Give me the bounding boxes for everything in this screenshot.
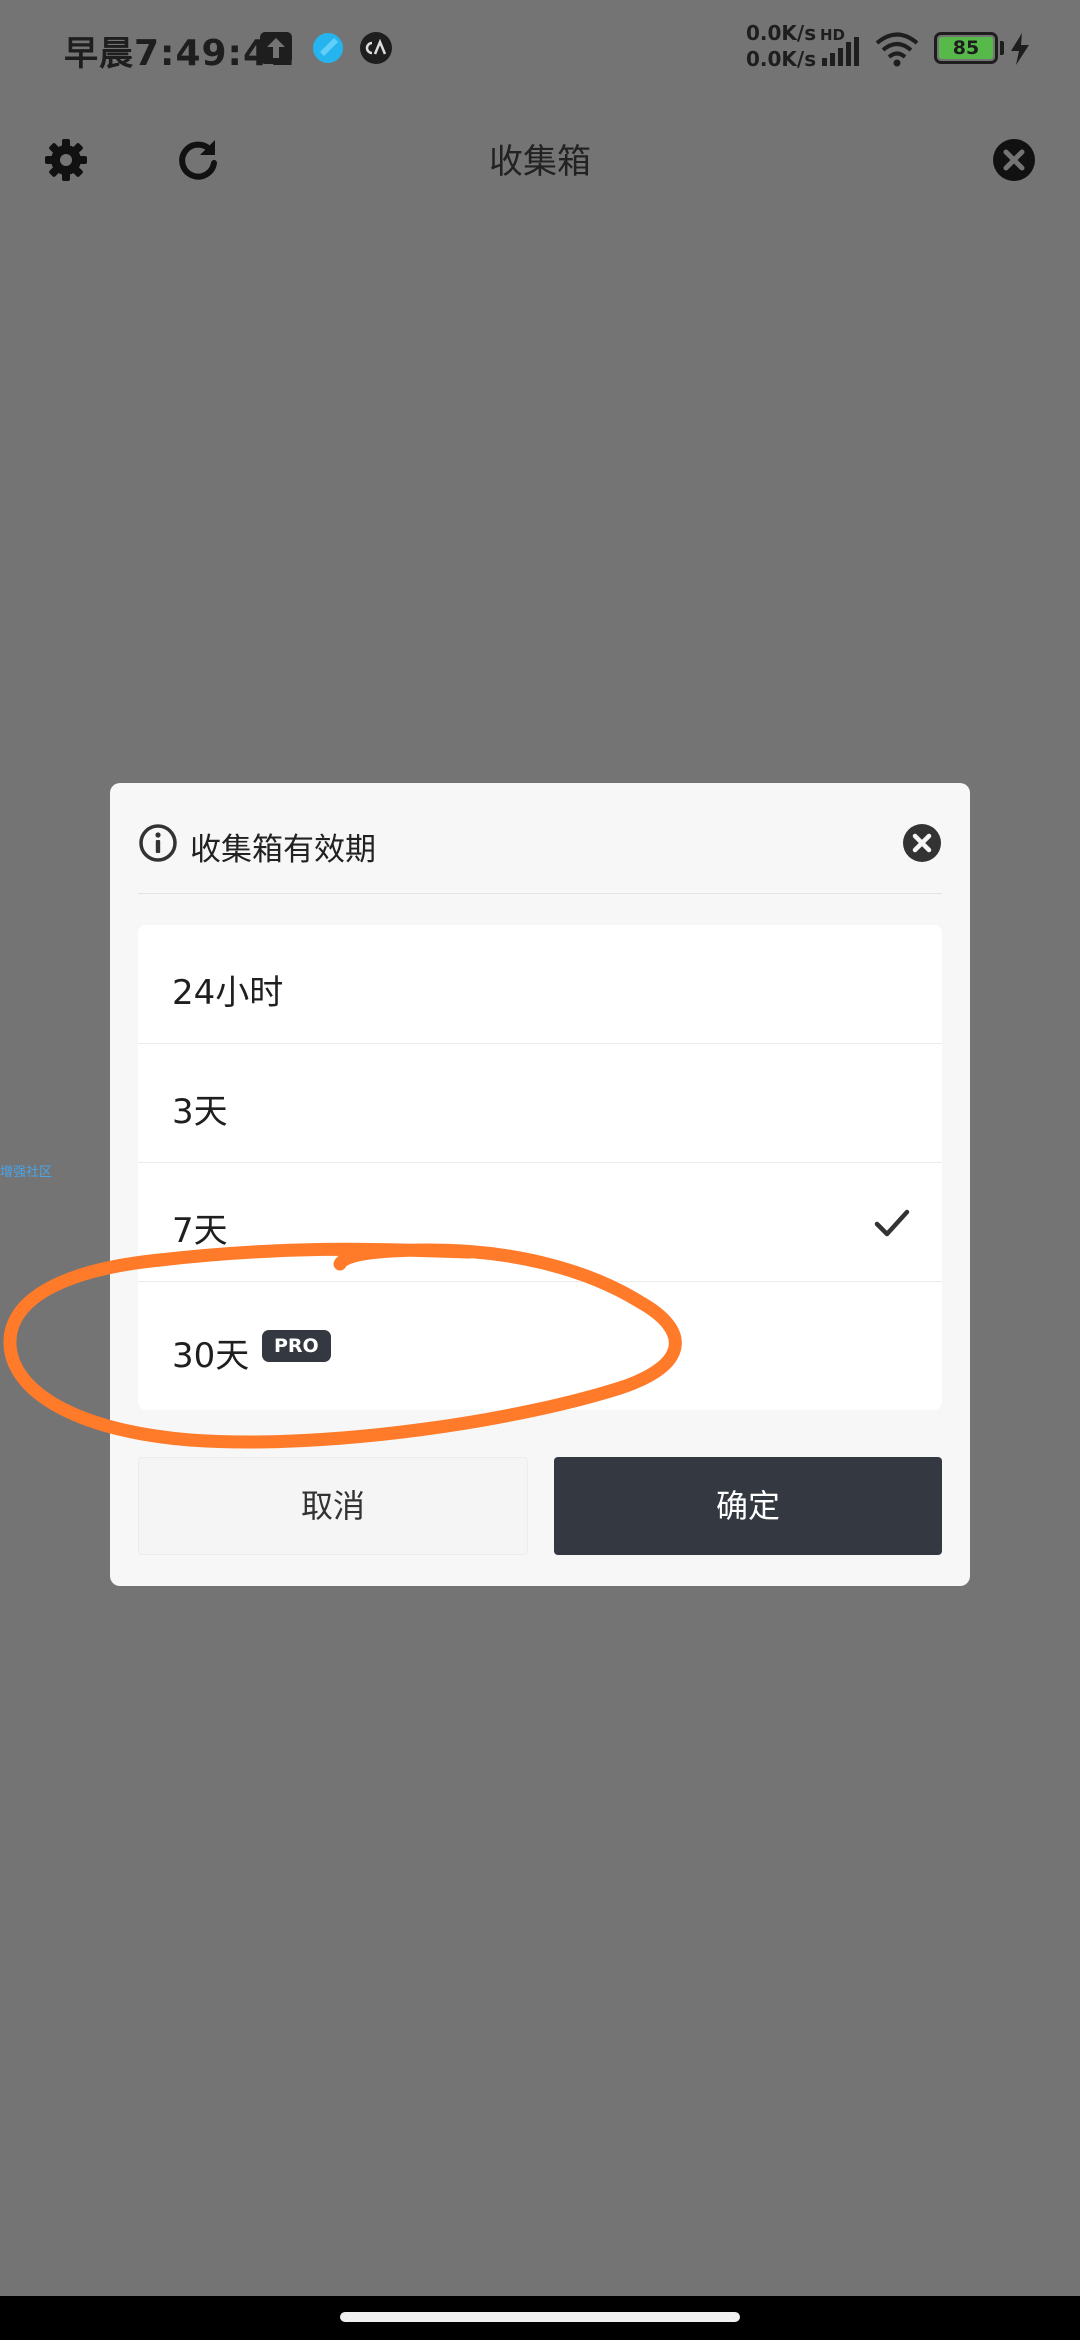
info-icon [139,824,177,862]
option-24-hours[interactable]: 24小时 [138,925,942,1044]
time-prefix: 早晨 [64,34,134,74]
close-button[interactable] [984,130,1044,190]
option-label: 7天 [172,1211,228,1251]
battery-icon: 85 [934,32,998,64]
expiry-dialog: 收集箱有效期 24小时 3天 7天 30天 PRO 取消 确定 [110,783,970,1586]
dialog-close-icon[interactable] [902,823,942,863]
option-label: 30天 [172,1336,250,1376]
pro-badge: PRO [262,1330,331,1362]
blue-app-icon [313,33,343,63]
ca-app-icon [360,32,392,64]
option-label: 3天 [172,1092,228,1132]
signal-icon [822,37,859,66]
net-down-speed: 0.0K/s [746,47,817,71]
home-indicator[interactable] [340,2312,740,2322]
dialog-title: 收集箱有效期 [190,832,376,868]
network-speed: 0.0K/s 0.0K/s [746,20,816,72]
page-title: 收集箱 [489,142,591,182]
checkmark-icon [874,1209,910,1237]
wifi-icon [875,32,919,67]
charging-icon [1011,33,1029,65]
dialog-divider [138,893,942,894]
option-3-days[interactable]: 3天 [138,1044,942,1163]
expiry-option-list: 24小时 3天 7天 30天 PRO [138,925,942,1410]
option-label: 24小时 [172,973,284,1013]
battery-tip [1000,41,1004,55]
option-30-days[interactable]: 30天 PRO [138,1282,942,1410]
battery-level: 85 [939,37,993,59]
confirm-button[interactable]: 确定 [554,1457,942,1555]
navigation-bar [0,2296,1080,2340]
cancel-button[interactable]: 取消 [138,1457,528,1555]
status-bar: 早晨7:49:41 0.0K/s 0.0K/s HD 85 [0,0,1080,100]
close-circle-icon [993,139,1035,181]
upload-icon [260,32,292,64]
dialog-header: 收集箱有效期 [138,815,942,871]
toolbar: 收集箱 [0,110,1080,210]
net-up-speed: 0.0K/s [746,21,817,45]
option-7-days[interactable]: 7天 [138,1163,942,1282]
side-tag[interactable]: 增强社区 [0,1161,52,1180]
